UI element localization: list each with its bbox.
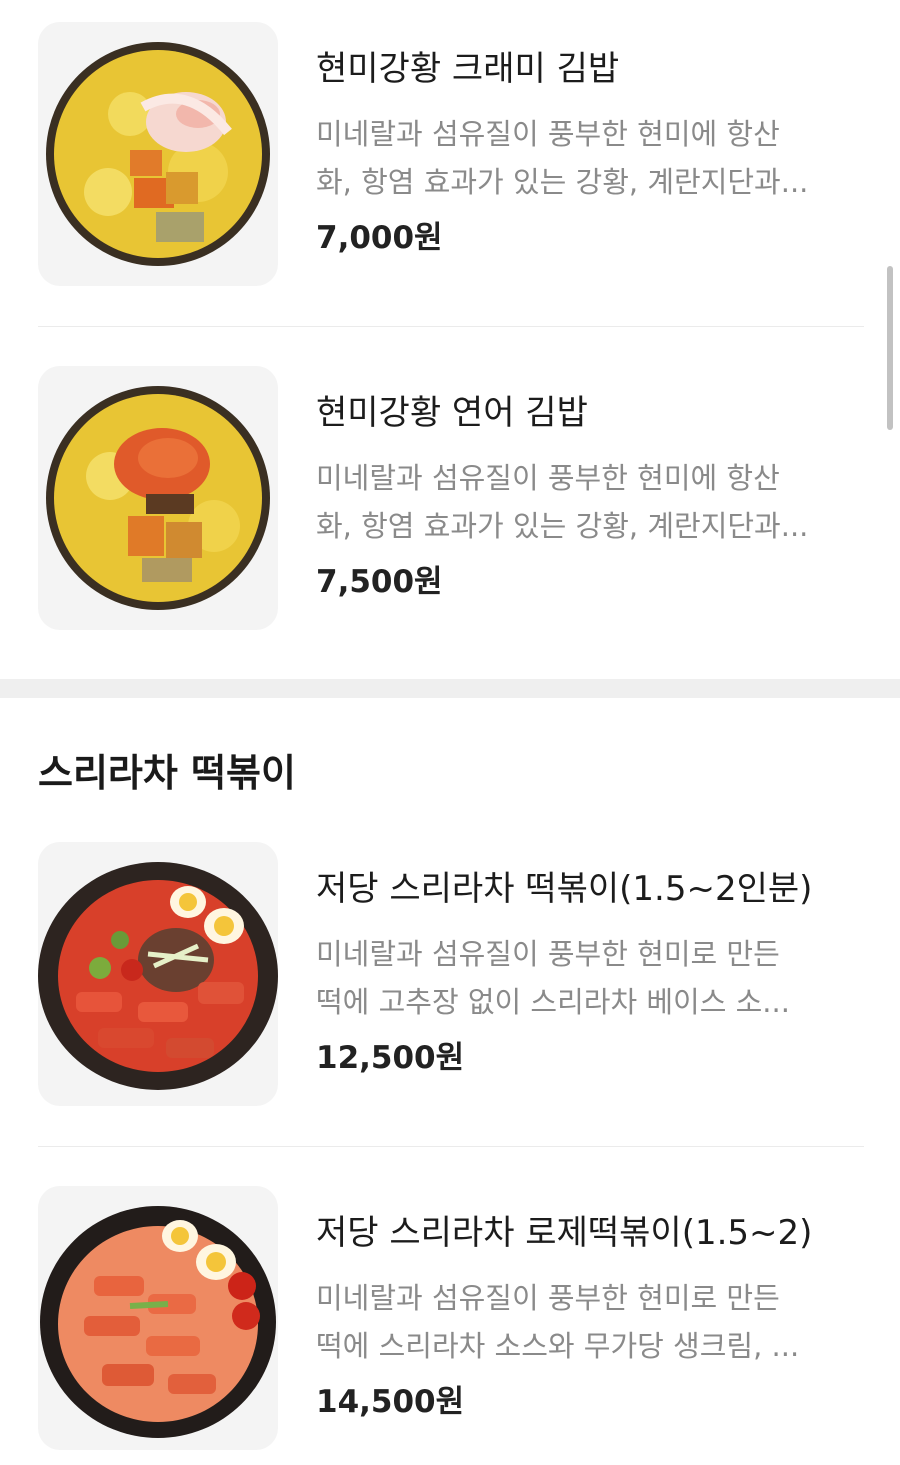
description-line: 미네랄과 섬유질이 풍부한 현미에 항산 [316, 461, 780, 495]
menu-item-price: 14,500원 [316, 1384, 465, 1420]
menu-item-name: 저당 스리라차 로제떡볶이(1.5~2) [316, 1213, 813, 1253]
menu-item-name: 저당 스리라차 떡볶이(1.5~2인분) [316, 869, 813, 909]
menu-item-salmon-gimbap[interactable]: 현미강황 연어 김밥 미네랄과 섬유질이 풍부한 현미에 항산 화, 항염 효과… [0, 366, 900, 630]
description-line: 떡에 고추장 없이 스리라차 베이스 소... [316, 985, 790, 1019]
menu-item-name: 현미강황 크래미 김밥 [316, 49, 620, 89]
divider [38, 326, 864, 327]
description-line: 미네랄과 섬유질이 풍부한 현미에 항산 [316, 117, 780, 151]
menu-item-name: 현미강황 연어 김밥 [316, 393, 588, 433]
section-title: 스리라차 떡볶이 [38, 751, 296, 795]
menu-item-description: 미네랄과 섬유질이 풍부한 현미로 만든 떡에 스리라차 소스와 무가당 생크림… [316, 1274, 866, 1370]
menu-item-description: 미네랄과 섬유질이 풍부한 현미에 항산 화, 항염 효과가 있는 강황, 계란… [316, 454, 866, 550]
description-line: 미네랄과 섬유질이 풍부한 현미로 만든 [316, 1281, 780, 1315]
menu-item-description: 미네랄과 섬유질이 풍부한 현미에 항산 화, 항염 효과가 있는 강황, 계란… [316, 110, 866, 206]
description-line: 떡에 스리라차 소스와 무가당 생크림, ... [316, 1329, 800, 1363]
scrollbar[interactable] [887, 266, 893, 430]
gimbap-crab-image [38, 22, 278, 286]
gimbap-salmon-image [38, 366, 278, 630]
section-separator [0, 679, 900, 698]
description-line: 화, 항염 효과가 있는 강황, 계란지단과... [316, 509, 809, 543]
menu-item-crab-gimbap[interactable]: 현미강황 크래미 김밥 미네랄과 섬유질이 풍부한 현미에 항산 화, 항염 효… [0, 22, 900, 286]
tteokbokki-image [38, 842, 278, 1106]
menu-item-price: 7,000원 [316, 220, 443, 256]
description-line: 화, 항염 효과가 있는 강황, 계란지단과... [316, 165, 809, 199]
description-line: 미네랄과 섬유질이 풍부한 현미로 만든 [316, 937, 780, 971]
divider [38, 1146, 864, 1147]
menu-item-rose-tteokbokki[interactable]: 저당 스리라차 로제떡볶이(1.5~2) 미네랄과 섬유질이 풍부한 현미로 만… [0, 1186, 900, 1450]
menu-item-price: 12,500원 [316, 1040, 465, 1076]
menu-item-price: 7,500원 [316, 564, 443, 600]
menu-item-description: 미네랄과 섬유질이 풍부한 현미로 만든 떡에 고추장 없이 스리라차 베이스 … [316, 930, 866, 1026]
rose-tteokbokki-image [38, 1186, 278, 1450]
menu-item-sriracha-tteokbokki[interactable]: 저당 스리라차 떡볶이(1.5~2인분) 미네랄과 섬유질이 풍부한 현미로 만… [0, 842, 900, 1106]
